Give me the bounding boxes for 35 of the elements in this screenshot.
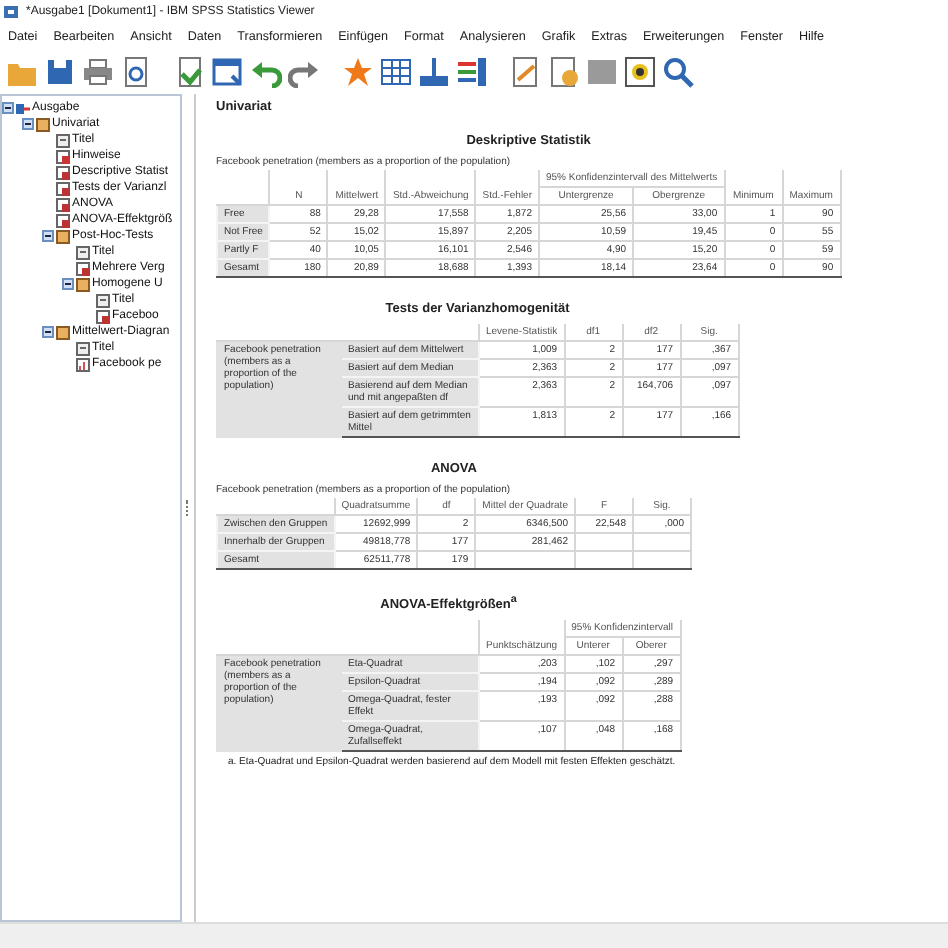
export-icon[interactable] <box>174 56 206 88</box>
book-icon <box>56 229 70 243</box>
splitter-handle[interactable] <box>186 500 190 516</box>
table-icon[interactable] <box>380 56 412 88</box>
redo-icon[interactable] <box>288 56 320 88</box>
scale-icon[interactable] <box>418 56 450 88</box>
bars-icon[interactable] <box>456 56 488 88</box>
chart-icon <box>76 357 90 371</box>
collapse-icon[interactable] <box>22 118 34 130</box>
collapse-icon[interactable] <box>2 102 14 114</box>
target-icon[interactable] <box>624 56 656 88</box>
table-icon <box>76 261 90 275</box>
book-icon <box>56 325 70 339</box>
title-icon <box>76 245 90 259</box>
output-icon <box>16 101 30 115</box>
undo-icon[interactable] <box>250 56 282 88</box>
table-icon <box>96 309 110 323</box>
title-icon <box>56 133 70 147</box>
title-icon <box>96 293 110 307</box>
print-icon[interactable] <box>82 56 114 88</box>
collapse-icon[interactable] <box>42 230 54 242</box>
save-icon[interactable] <box>44 56 76 88</box>
document-edit-icon[interactable] <box>510 56 542 88</box>
collapse-icon[interactable] <box>62 278 74 290</box>
document-icon[interactable] <box>548 56 580 88</box>
book-icon <box>36 117 50 131</box>
notes-icon <box>56 149 70 163</box>
title-icon <box>76 341 90 355</box>
preview-icon[interactable] <box>120 56 152 88</box>
star-icon[interactable] <box>342 56 374 88</box>
book-icon <box>76 277 90 291</box>
search-icon[interactable] <box>662 56 694 88</box>
app-icon <box>4 4 20 20</box>
window-icon[interactable] <box>212 56 244 88</box>
collapse-icon[interactable] <box>42 326 54 338</box>
